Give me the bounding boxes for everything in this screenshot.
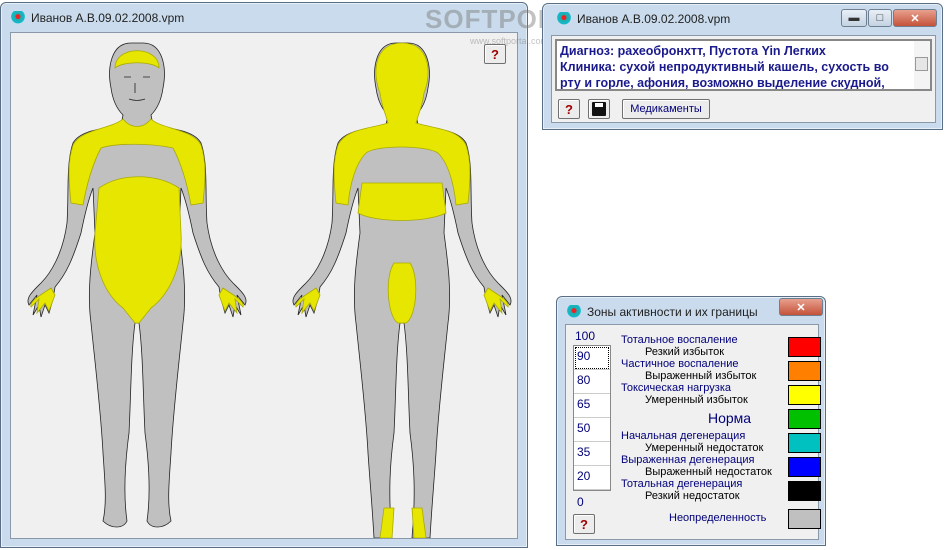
save-button[interactable] (588, 99, 610, 119)
diagnosis-line: Диагноз: рахеобронхтт, Пустота Yin Легки… (560, 44, 826, 58)
threshold-input[interactable]: 80 (574, 370, 610, 394)
body-map-area: ? (10, 32, 518, 539)
zone-sub: Резкий недостаток (645, 490, 740, 502)
diagnosis-client: Диагноз: рахеобронхтт, Пустота Yin Легки… (551, 35, 936, 123)
zones-help-button[interactable]: ? (573, 514, 595, 534)
medications-button[interactable]: Медикаменты (622, 99, 710, 119)
diagnosis-help-button[interactable]: ? (558, 99, 580, 119)
body-back-figure (292, 42, 512, 539)
threshold-input[interactable]: 90 (574, 346, 610, 370)
zone-heading: Частичное воспаление (621, 358, 739, 370)
zone-color-swatch[interactable] (788, 433, 821, 453)
zone-color-swatch[interactable] (788, 409, 821, 429)
threshold-input[interactable]: 35 (574, 442, 610, 466)
scrollbar-thumb[interactable] (915, 57, 928, 71)
zone-heading: Тотальная дегенерация (621, 478, 743, 490)
maximize-button[interactable]: □ (868, 9, 892, 27)
zone-heading: Тотальное воспаление (621, 334, 738, 346)
zone-sub: Умеренный избыток (645, 394, 748, 406)
diagnosis-window-title: Иванов А.В.09.02.2008.vpm (577, 12, 731, 26)
body-map (27, 42, 512, 539)
zones-close-button[interactable]: ✕ (779, 298, 823, 316)
zone-heading: Выраженная дегенерация (621, 454, 755, 466)
clinic-line: Клиника: сухой непродуктивный кашель, су… (560, 60, 889, 74)
close-button[interactable]: ✕ (893, 9, 937, 27)
zone-color-swatch[interactable] (788, 337, 821, 357)
zones-window: Зоны активности и их границы ✕ 100 90 80… (556, 296, 826, 546)
zones-window-title: Зоны активности и их границы (587, 305, 758, 319)
app-icon (557, 12, 571, 26)
zone-norm: Норма (708, 410, 752, 426)
zone-sub: Умеренный недостаток (645, 442, 764, 454)
main-help-button[interactable]: ? (484, 44, 506, 64)
main-window-title: Иванов А.В.09.02.2008.vpm (31, 11, 185, 25)
zone-color-swatch[interactable] (788, 457, 821, 477)
threshold-input[interactable]: 65 (574, 394, 610, 418)
threshold-input[interactable]: 50 (574, 418, 610, 442)
body-front-figure (27, 42, 247, 528)
zone-color-swatch[interactable] (788, 481, 821, 501)
app-icon (11, 11, 25, 25)
zones-client: 100 90 80 65 50 35 20 0 ? Тотальное восп… (565, 324, 821, 540)
zone-sub: Выраженный недостаток (645, 466, 772, 478)
app-icon (567, 305, 581, 319)
minimize-button[interactable]: ▬ (841, 9, 867, 27)
zone-heading: Начальная дегенерация (621, 430, 746, 442)
clinic-line: рту и горле, афония, возможно выделение … (560, 76, 885, 90)
zone-sub: Выраженный избыток (645, 370, 757, 382)
main-window: Иванов А.В.09.02.2008.vpm ? (0, 2, 528, 548)
zone-heading: Токсическая нагрузка (621, 382, 732, 394)
bottom-value: 0 (577, 495, 584, 509)
zone-undefined: Неопределенность (669, 512, 767, 524)
floppy-icon (592, 102, 606, 116)
back-yellow-zones (295, 42, 509, 539)
zone-color-swatch[interactable] (788, 509, 821, 529)
diagnosis-window: Иванов А.В.09.02.2008.vpm ▬ □ ✕ Диагноз:… (542, 3, 943, 130)
threshold-input[interactable]: 20 (574, 466, 610, 490)
threshold-list: 90 80 65 50 35 20 (573, 345, 611, 491)
diagnosis-text[interactable]: Диагноз: рахеобронхтт, Пустота Yin Легки… (555, 39, 932, 91)
text-scrollbar[interactable] (914, 41, 930, 89)
watermark-sub: www.softportal.com (470, 36, 549, 46)
zone-color-swatch[interactable] (788, 361, 821, 381)
top-value: 100 (575, 329, 596, 343)
zone-color-swatch[interactable] (788, 385, 821, 405)
zone-sub: Резкий избыток (645, 346, 725, 358)
